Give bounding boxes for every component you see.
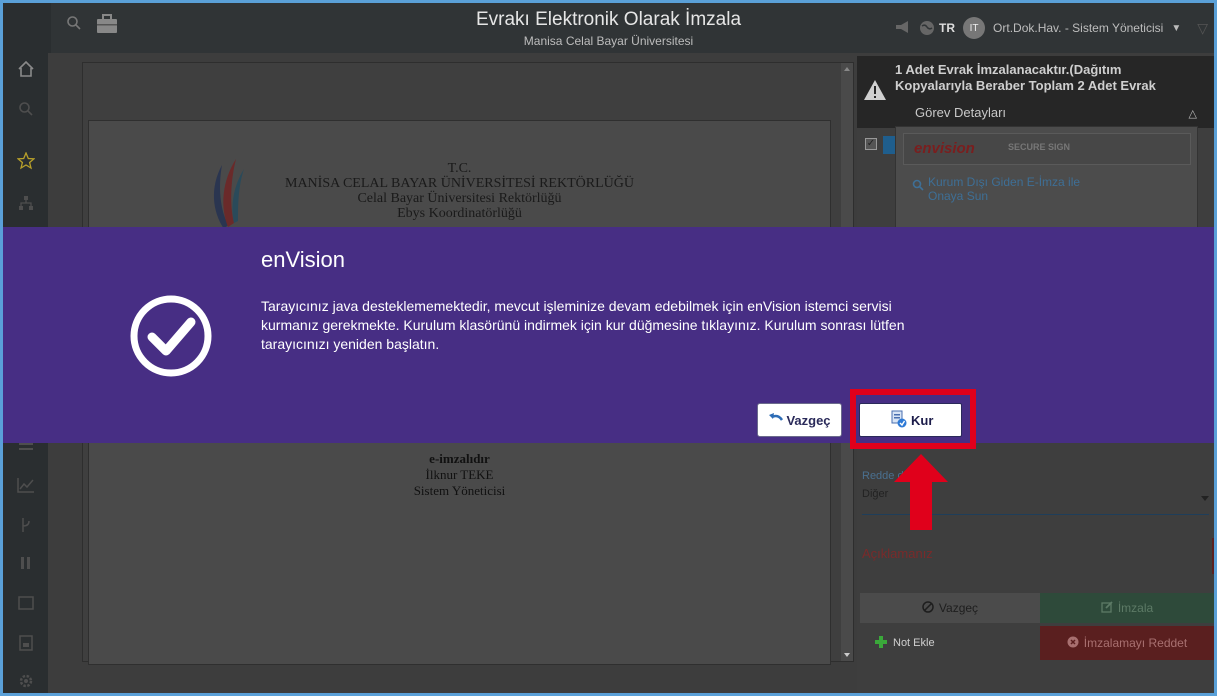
undo-icon [768, 412, 784, 429]
add-note-button[interactable]: Not Ekle [860, 626, 1040, 660]
signer-title: Sistem Yöneticisi [413, 483, 506, 498]
action-buttons: Vazgeç İmzala [860, 593, 1214, 623]
plus-icon [874, 635, 888, 652]
avatar[interactable]: IT [963, 17, 986, 39]
modal-title: enVision [261, 247, 345, 272]
home-icon[interactable] [16, 59, 36, 79]
top-bar: Evrakı Elektronik Olarak İmzala Manisa C… [3, 3, 1214, 53]
envision-secure-sign-logo[interactable]: envision SECURE SIGN [903, 133, 1191, 165]
top-right-controls: TR IT Ort.Dok.Hav. - Sistem Yöneticisi ▼… [895, 17, 1208, 39]
cancel-label: Vazgeç [938, 601, 979, 615]
signature-label: e-imzalıdır [429, 451, 490, 466]
signature-block: e-imzalıdır İlknur TEKE Sistem Yöneticis… [89, 451, 830, 499]
secure-sign-badge: SECURE SIGN [1008, 142, 1071, 152]
ban-icon [922, 600, 934, 616]
add-note-label: Not Ekle [893, 637, 935, 649]
org-line-3: Celal Bayar Üniversitesi Rektörlüğü [357, 191, 562, 206]
reject-reason-select[interactable]: Diğer [862, 488, 888, 500]
star-icon[interactable] [16, 151, 36, 171]
alert-message: 1 Adet Evrak İmzalanacaktır.(Dağıtım Kop… [895, 62, 1156, 93]
reject-sign-button[interactable]: İmzalamayı Reddet [1040, 626, 1214, 660]
columns-icon[interactable] [16, 553, 36, 573]
reject-sign-label: İmzalamayı Reddet [1083, 636, 1188, 650]
org-line-1: T.C. [447, 161, 472, 176]
modal-cancel-button[interactable]: Vazgeç [757, 403, 842, 437]
note-row: Not Ekle İmzalamayı Reddet [860, 626, 1214, 660]
highlight-box [850, 389, 976, 449]
modal-message: Tarayıcınız java desteklememektedir, mev… [261, 298, 905, 352]
megaphone-icon[interactable] [895, 20, 911, 37]
comment-label: Açıklamanız [862, 546, 933, 561]
warning-icon [863, 79, 887, 106]
envision-logo-text: envision [914, 140, 975, 157]
sign-label: İmzala [1117, 601, 1154, 615]
check-circle-icon [130, 295, 212, 377]
search-icon [912, 179, 924, 203]
modal-cancel-label: Vazgeç [786, 412, 831, 428]
globe-icon [920, 21, 935, 35]
comment-field[interactable]: Açıklamanız [857, 538, 1214, 574]
up-arrow-annotation [894, 454, 948, 530]
menu-item-label: Kurum Dışı Giden E-İmza ile Onaya Sun [928, 175, 1081, 203]
window-icon[interactable] [16, 593, 36, 613]
scroll-up-arrow[interactable] [844, 67, 850, 71]
search-nav-icon[interactable] [16, 99, 36, 119]
menu-item-external-esign[interactable]: Kurum Dışı Giden E-İmza ile Onaya Sun [912, 175, 1118, 203]
envision-modal: enVision Tarayıcınız java desteklememekt… [0, 227, 1217, 443]
edit-icon [1101, 600, 1113, 616]
org-line-2: MANİSA CELAL BAYAR ÜNİVERSİTESİ REKTÖRLÜ… [285, 176, 634, 191]
chevron-down-icon[interactable]: ▼ [1171, 23, 1181, 34]
sign-button[interactable]: İmzala [1040, 593, 1214, 623]
cancel-button[interactable]: Vazgeç [860, 593, 1040, 623]
user-menu[interactable]: Ort.Dok.Hav. - Sistem Yöneticisi [993, 21, 1163, 35]
document-header: T.C. MANİSA CELAL BAYAR ÜNİVERSİTESİ REK… [89, 161, 830, 221]
language-label: TR [939, 21, 956, 35]
signer-name: İlknur TEKE [425, 467, 494, 482]
branch-icon[interactable] [16, 515, 36, 535]
task-details-label[interactable]: Görev Detayları [915, 105, 1006, 120]
org-line-4: Ebys Koordinatörlüğü [397, 206, 522, 221]
language-selector[interactable]: TR [919, 20, 955, 36]
select-checkbox[interactable]: ✓ [865, 138, 877, 150]
scroll-down-arrow[interactable] [844, 653, 850, 657]
document-icon[interactable] [16, 633, 36, 653]
sitemap-icon[interactable] [16, 193, 36, 213]
chart-icon[interactable] [16, 475, 36, 495]
caret-down-icon[interactable] [1201, 496, 1209, 501]
sign-method-dropdown: envision SECURE SIGN Kurum Dışı Giden E-… [895, 126, 1198, 238]
sign-count-alert: 1 Adet Evrak İmzalanacaktır.(Dağıtım Kop… [857, 56, 1214, 128]
gear-icon[interactable] [16, 671, 36, 691]
close-circle-icon [1067, 636, 1079, 651]
filter-icon[interactable]: ▽ [1197, 20, 1208, 37]
tab-button[interactable] [883, 136, 895, 154]
chevron-up-icon[interactable]: △ [1189, 107, 1197, 120]
